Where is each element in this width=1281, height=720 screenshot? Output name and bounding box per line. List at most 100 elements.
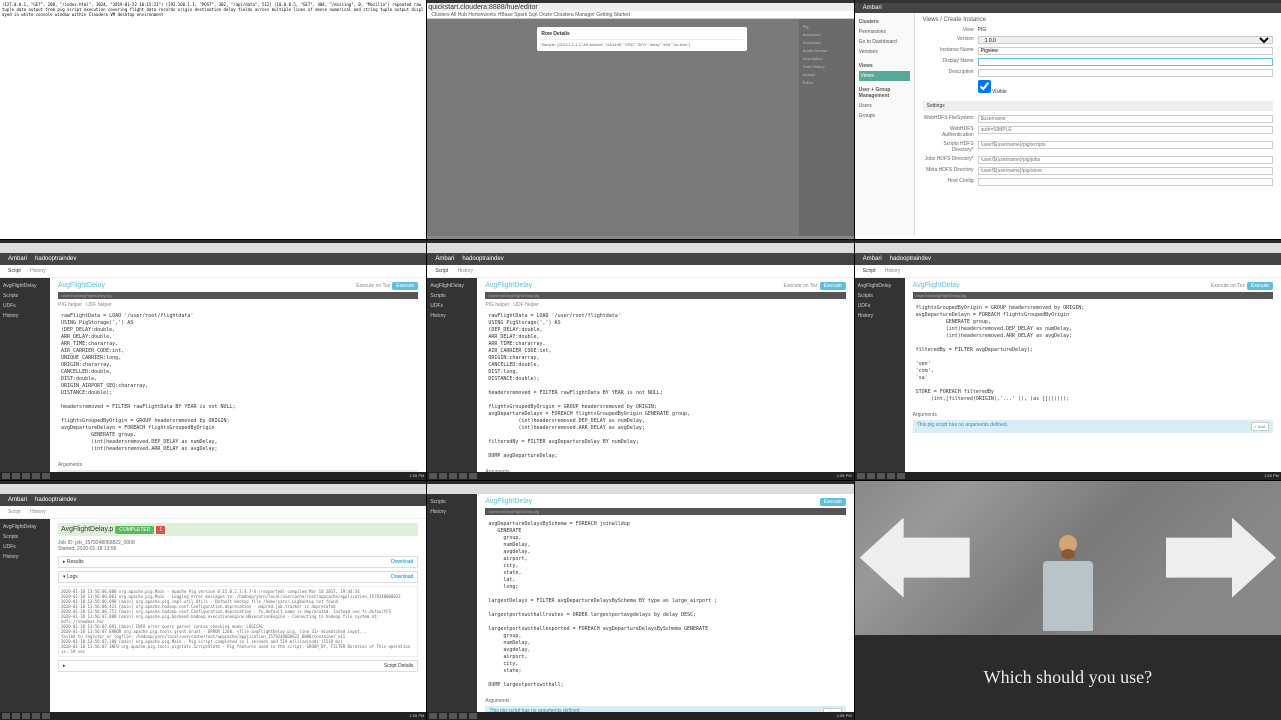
sb-clusters[interactable]: Clusters xyxy=(859,17,910,27)
nav-gs[interactable]: Getting Started xyxy=(596,12,630,18)
nav-hbase[interactable]: HBase xyxy=(498,12,513,18)
sb-go[interactable]: Go to Dashboard xyxy=(859,37,910,47)
inp-desc[interactable] xyxy=(978,69,1273,77)
udf-helper[interactable]: UDF helper xyxy=(86,302,112,308)
nav-sqrl[interactable]: Sqrl xyxy=(529,12,538,18)
sb-script-name: AvgFlightDelay xyxy=(430,281,474,291)
sb-udfs[interactable]: UDFs xyxy=(430,301,474,311)
execute-button[interactable]: Execute xyxy=(820,282,846,290)
brand[interactable]: Ambari xyxy=(8,256,27,262)
sb-scripts[interactable]: Scripts xyxy=(3,291,47,301)
exec-on-tez[interactable]: Execute on Tez xyxy=(784,283,818,289)
sb-history[interactable]: History xyxy=(430,507,474,517)
inp-display[interactable] xyxy=(978,58,1273,66)
results-bar[interactable]: ▸ ResultsDownload xyxy=(58,556,418,568)
code-editor[interactable]: flightsGroupedByOrigin = GROUP headersre… xyxy=(913,302,1273,406)
inp-auth[interactable] xyxy=(978,126,1273,134)
sb-scripts[interactable]: Scripts xyxy=(3,532,47,542)
lbl-scripts: Scripts HDFS Directory* xyxy=(923,141,978,153)
inp-webhdfs[interactable] xyxy=(978,115,1273,123)
inp-meta[interactable] xyxy=(978,167,1273,175)
tab-history[interactable]: History xyxy=(458,268,474,274)
editor-area: AvgFlightDelay Execute on Tez Execute /u… xyxy=(905,278,1281,479)
tab-script[interactable]: Script xyxy=(8,509,21,515)
pig-helper[interactable]: PIG helper xyxy=(58,302,82,308)
rs-desc[interactable]: Description xyxy=(803,55,850,63)
sb-views-hdr: Views xyxy=(859,61,910,71)
inp-host[interactable] xyxy=(978,178,1273,186)
result-rows xyxy=(512,19,732,236)
tab-history[interactable]: History xyxy=(30,509,46,515)
execute-button[interactable]: Execute xyxy=(820,498,846,506)
brand[interactable]: Ambari xyxy=(863,5,882,11)
sb-history[interactable]: History xyxy=(3,552,47,562)
sb-scripts[interactable]: Scripts xyxy=(858,291,902,301)
download-link[interactable]: Download xyxy=(391,559,413,565)
tab-history[interactable]: History xyxy=(885,268,901,274)
sb-udfs[interactable]: UDFs xyxy=(858,301,902,311)
script-details-bar[interactable]: ▸ Script Details xyxy=(58,660,418,672)
rs-ed[interactable]: Editor xyxy=(803,79,850,87)
windows-taskbar[interactable]: 1:55 PM xyxy=(0,472,426,480)
download-link[interactable]: Download xyxy=(391,574,413,580)
logs-bar[interactable]: ▾ LogsDownload xyxy=(58,571,418,583)
left-arrow-icon xyxy=(860,518,970,598)
sb-views[interactable]: Views xyxy=(859,71,910,81)
sb-perms[interactable]: Permissions xyxy=(859,27,910,37)
clock: 1:55 PM xyxy=(409,473,424,478)
tab-history[interactable]: History xyxy=(30,268,46,274)
sb-versions[interactable]: Versions xyxy=(859,47,910,57)
nav-hw[interactable]: Hortonworks xyxy=(468,12,496,18)
sb-ug-hdr: User + Group Management xyxy=(859,85,910,101)
sb-scripts[interactable]: Scripts xyxy=(430,497,474,507)
windows-taskbar[interactable]: 1:55 PM xyxy=(427,472,853,480)
sb-users[interactable]: Users xyxy=(859,101,910,111)
inp-scripts[interactable] xyxy=(978,141,1273,149)
exec-on-tez[interactable]: Execute on Tez xyxy=(356,283,390,289)
sb-history[interactable]: History xyxy=(430,311,474,321)
execute-button[interactable]: Execute xyxy=(392,282,418,290)
brand[interactable]: Ambari xyxy=(435,256,454,262)
rs-adv[interactable]: Advanced xyxy=(803,31,850,39)
inp-jobs[interactable] xyxy=(978,156,1273,164)
brand[interactable]: Ambari xyxy=(8,497,27,503)
code-editor[interactable]: avgDepartureDelaysBySchema = FOREACH joi… xyxy=(485,518,845,692)
rs-up[interactable]: Upload xyxy=(803,71,850,79)
windows-taskbar[interactable]: 1:55 PM xyxy=(855,472,1281,480)
pig-sidebar: AvgFlightDelay Scripts UDFs History xyxy=(855,278,905,479)
rs-th[interactable]: Total History xyxy=(803,63,850,71)
nav-hub[interactable]: All Hub xyxy=(451,12,467,18)
exec-on-tez[interactable]: Execute on Tez xyxy=(1211,283,1245,289)
ambari-header: Ambari hadooptraindev xyxy=(855,253,1281,265)
nav-clusters[interactable]: Clusters xyxy=(431,12,449,18)
sb-history[interactable]: History xyxy=(3,311,47,321)
nav-cm[interactable]: Cloudera Manager xyxy=(553,12,594,18)
tab-script[interactable]: Script xyxy=(435,268,448,274)
firefox-urlbar[interactable]: quickstart.cloudera:8888/hue/editor xyxy=(427,3,853,11)
rs-dl[interactable]: Download xyxy=(803,39,850,47)
sb-udfs[interactable]: UDFs xyxy=(3,301,47,311)
rs-sb[interactable]: Spark Browse xyxy=(803,47,850,55)
sel-version[interactable]: 1.0.0 xyxy=(978,36,1273,44)
chk-visible[interactable]: Visible xyxy=(978,80,1007,95)
nav-oozie[interactable]: Oozie xyxy=(539,12,552,18)
sb-udfs[interactable]: UDFs xyxy=(3,542,47,552)
lbl-version: Version xyxy=(923,36,978,44)
udf-helper[interactable]: UDF helper xyxy=(513,302,539,308)
sb-scripts[interactable]: Scripts xyxy=(430,291,474,301)
sb-groups[interactable]: Groups xyxy=(859,111,910,121)
rs-pig[interactable]: Pig xyxy=(803,23,850,31)
windows-taskbar[interactable]: 1:55 PM xyxy=(0,712,426,720)
code-editor[interactable]: rawFlightData = LOAD '/user/root/flightd… xyxy=(58,310,418,456)
tab-script[interactable]: Script xyxy=(8,268,21,274)
add-arg-button[interactable]: + Add xyxy=(1251,422,1269,431)
pig-helper[interactable]: PIG helper xyxy=(485,302,509,308)
windows-taskbar[interactable]: 1:55 PM xyxy=(427,712,853,720)
tab-script[interactable]: Script xyxy=(863,268,876,274)
inp-instance[interactable] xyxy=(978,47,1273,55)
code-editor[interactable]: rawFlightData = LOAD '/user/root/flightd… xyxy=(485,310,845,463)
execute-button[interactable]: Execute xyxy=(1247,282,1273,290)
sb-history[interactable]: History xyxy=(858,311,902,321)
brand[interactable]: Ambari xyxy=(863,256,882,262)
nav-spark[interactable]: Spark xyxy=(514,12,527,18)
